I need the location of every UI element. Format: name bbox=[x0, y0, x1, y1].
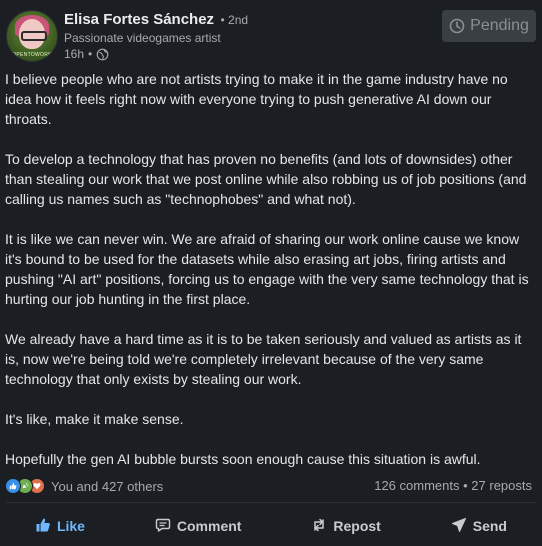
reactions-summary[interactable]: You and 427 others bbox=[5, 478, 163, 494]
action-divider bbox=[6, 502, 536, 503]
post-header: OPENTOWORK Elisa Fortes Sánchez • 2nd Pa… bbox=[6, 10, 536, 64]
post-time: 16h bbox=[64, 47, 85, 61]
post-paragraph: We already have a hard time as it is to … bbox=[5, 331, 522, 387]
like-icon bbox=[5, 478, 21, 494]
like-button[interactable]: Like bbox=[27, 511, 93, 542]
pending-button[interactable]: Pending bbox=[442, 10, 536, 42]
post-paragraph: It is like we can never win. We are afra… bbox=[5, 231, 529, 307]
author-headline: Passionate videogames artist bbox=[64, 31, 221, 45]
repost-icon bbox=[311, 517, 327, 536]
comment-label: Comment bbox=[176, 518, 242, 534]
send-button[interactable]: Send bbox=[443, 511, 515, 542]
reactions-count: You and 427 others bbox=[51, 478, 164, 494]
social-counts: You and 427 others 126 comments • 27 rep… bbox=[5, 476, 532, 496]
send-label: Send bbox=[472, 518, 507, 534]
reposts-count[interactable]: 27 reposts bbox=[471, 478, 532, 493]
feed-post: OPENTOWORK Elisa Fortes Sánchez • 2nd Pa… bbox=[0, 0, 542, 546]
author-name-row: Elisa Fortes Sánchez • 2nd bbox=[64, 11, 248, 29]
author-name[interactable]: Elisa Fortes Sánchez bbox=[64, 11, 214, 28]
action-bar: Like Comment Repost Send bbox=[0, 506, 542, 546]
author-avatar[interactable]: OPENTOWORK bbox=[6, 10, 58, 62]
post-paragraph: I believe people who are not artists try… bbox=[5, 71, 508, 127]
pending-label: Pending bbox=[470, 17, 529, 34]
post-paragraph: To develop a technology that has proven … bbox=[5, 151, 527, 207]
counts-separator: • bbox=[463, 478, 468, 493]
repost-button[interactable]: Repost bbox=[303, 511, 388, 542]
globe-icon bbox=[96, 48, 109, 61]
avatar-glasses bbox=[21, 31, 47, 41]
comment-icon bbox=[155, 517, 171, 536]
like-icon bbox=[35, 517, 51, 536]
send-icon bbox=[451, 517, 467, 536]
post-paragraph: It's like, make it make sense. bbox=[5, 411, 184, 427]
like-label: Like bbox=[56, 518, 85, 534]
meta-separator: • bbox=[88, 47, 93, 61]
connection-degree: • 2nd bbox=[220, 13, 249, 27]
post-paragraph: Hopefully the gen AI bubble bursts soon … bbox=[5, 451, 481, 467]
post-body: I believe people who are not artists try… bbox=[5, 69, 537, 489]
repost-label: Repost bbox=[333, 518, 381, 534]
comments-count[interactable]: 126 comments bbox=[374, 478, 459, 493]
engagement-counts: 126 comments • 27 reposts bbox=[374, 478, 532, 493]
clock-icon bbox=[449, 18, 465, 34]
post-meta: 16h • bbox=[64, 47, 109, 61]
comment-button[interactable]: Comment bbox=[147, 511, 250, 542]
open-to-work-ring: OPENTOWORK bbox=[12, 52, 52, 58]
